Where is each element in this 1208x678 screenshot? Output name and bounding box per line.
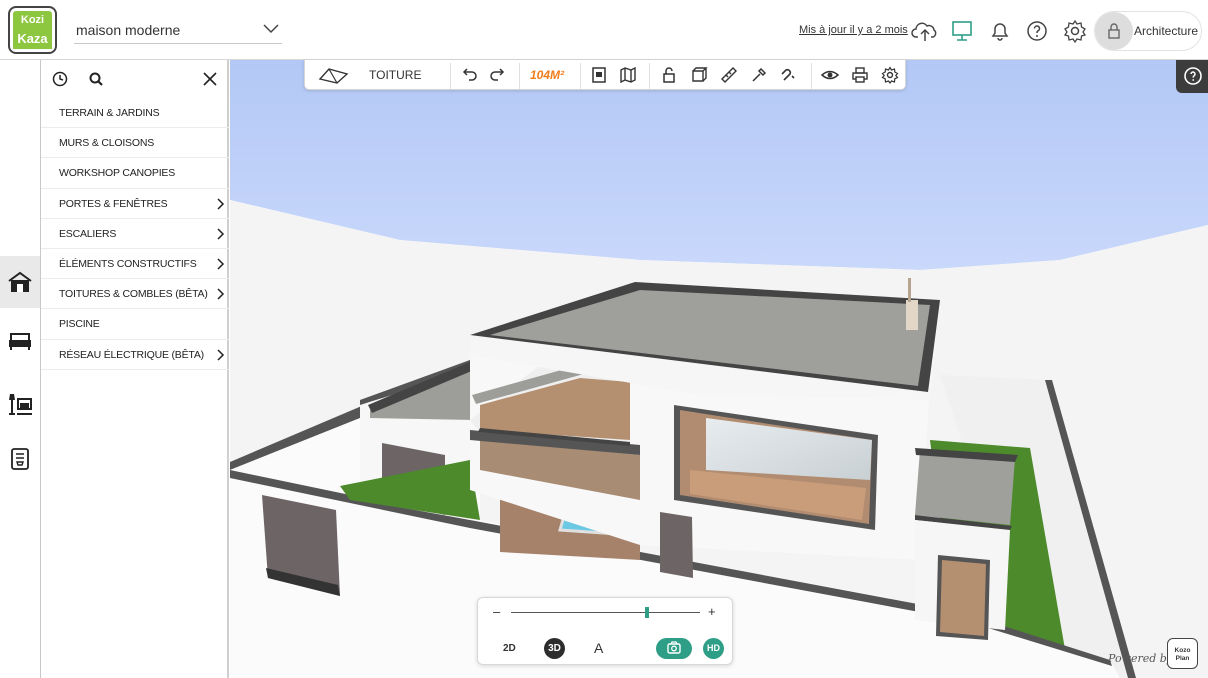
redo-icon[interactable]	[489, 66, 507, 84]
print-icon[interactable]	[851, 66, 869, 84]
help-icon[interactable]	[1024, 18, 1050, 44]
menu-item-label: PISCINE	[59, 318, 100, 331]
ruler-icon[interactable]	[720, 66, 738, 84]
menu-item[interactable]: MURS & CLOISONS	[41, 128, 229, 159]
toolbar-divider	[450, 63, 451, 89]
chevron-right-icon	[217, 288, 225, 300]
cloud-upload-icon[interactable]	[911, 18, 939, 44]
chevron-right-icon	[217, 198, 225, 210]
monitor-icon[interactable]	[949, 18, 975, 44]
undo-icon[interactable]	[460, 66, 478, 84]
menu-item[interactable]: PISCINE	[41, 309, 229, 340]
search-icon[interactable]	[87, 70, 105, 88]
toolbar-divider	[811, 63, 812, 89]
menu-item[interactable]: RÉSEAU ÉLECTRIQUE (BÊTA)	[41, 340, 229, 370]
history-icon[interactable]	[51, 70, 69, 88]
toolbar-divider	[649, 63, 650, 89]
lamp-frame-icon	[9, 394, 32, 415]
rail-decoration[interactable]	[0, 378, 40, 430]
view-2d-button[interactable]: 2D	[503, 643, 516, 654]
snapshot-button[interactable]	[656, 638, 692, 659]
sofa-icon	[9, 333, 31, 350]
catalog-panel: TERRAIN & JARDINS MURS & CLOISONS WORKSHOP…	[41, 60, 229, 678]
house-3d-render	[230, 60, 1208, 678]
chevron-down-icon	[263, 24, 279, 34]
camera-icon	[667, 641, 681, 654]
house-icon	[8, 271, 32, 292]
left-rail	[0, 60, 41, 678]
close-icon[interactable]	[201, 70, 219, 88]
account-button[interactable]: Architecture	[1094, 11, 1202, 51]
view-3d-button[interactable]: 3D	[544, 638, 565, 659]
chevron-right-icon	[217, 348, 225, 361]
menu-item-label: RÉSEAU ÉLECTRIQUE (BÊTA)	[59, 348, 204, 361]
settings-icon[interactable]	[881, 66, 899, 84]
kozoplan-logo: Kozo Plan	[1167, 638, 1198, 669]
gear-icon[interactable]	[1062, 18, 1088, 44]
hd-render-button[interactable]: HD	[703, 638, 724, 659]
menu-item[interactable]: TERRAIN & JARDINS	[41, 98, 229, 129]
rail-construction[interactable]	[0, 256, 40, 308]
menu-item[interactable]: WORKSHOP CANOPIES	[41, 158, 229, 189]
powered-by-text: Powered by	[1108, 652, 1174, 665]
kozoplan-logo-line-1: Kozo	[1174, 647, 1191, 654]
toolbar-mode-label[interactable]: TOITURE	[369, 68, 421, 82]
lock-icon	[1108, 23, 1120, 39]
last-updated-link[interactable]: Mis à jour il y a 2 mois	[799, 24, 908, 36]
menu-item-label: ESCALIERS	[59, 227, 117, 240]
toolbar-divider	[580, 63, 581, 89]
surface-area-label[interactable]: 104M²	[530, 68, 564, 82]
panel-top-bar	[41, 60, 229, 98]
roof-tool-icon[interactable]	[317, 65, 351, 85]
zoom-in-button[interactable]: +	[708, 604, 716, 619]
menu-item-label: ÉLÉMENTS CONSTRUCTIFS	[59, 257, 197, 270]
chevron-right-icon	[217, 258, 225, 270]
menu-item-label: TERRAIN & JARDINS	[59, 107, 160, 119]
zoom-slider-track[interactable]	[511, 612, 700, 613]
project-select[interactable]: maison moderne	[74, 18, 282, 44]
3d-viewport[interactable]	[230, 60, 1208, 678]
text-labels-toggle[interactable]: A	[594, 640, 603, 656]
logo-line-1: Kozi	[13, 11, 52, 29]
bell-icon[interactable]	[987, 18, 1013, 44]
catalog-menu: TERRAIN & JARDINS MURS & CLOISONS WORKSHOP…	[41, 98, 229, 370]
view-control-panel: – + 2D 3D A HD	[477, 597, 733, 665]
help-corner-button[interactable]	[1176, 60, 1208, 93]
help-circle-icon	[1184, 67, 1202, 85]
magnet-icon[interactable]	[780, 66, 798, 84]
avatar	[1095, 12, 1133, 50]
plan-document-icon[interactable]	[590, 66, 608, 84]
top-header: Kozi Kaza maison moderne Mis à jour il y…	[0, 0, 1208, 60]
eyedropper-icon[interactable]	[750, 66, 768, 84]
menu-item[interactable]: PORTES & FENÊTRES	[41, 189, 229, 219]
menu-item[interactable]: ESCALIERS	[41, 219, 229, 249]
editor-toolbar: TOITURE 104M²	[304, 60, 906, 90]
catalog-icon	[11, 448, 29, 470]
logo-line-2: Kaza	[13, 29, 52, 49]
rail-furniture[interactable]	[0, 315, 40, 367]
chevron-right-icon	[217, 228, 225, 240]
toolbar-divider	[519, 63, 520, 89]
kozoplan-logo-line-2: Plan	[1175, 655, 1190, 662]
unlock-icon[interactable]	[660, 66, 678, 84]
menu-item[interactable]: TOITURES & COMBLES (BÊTA)	[41, 279, 229, 310]
cube-icon[interactable]	[690, 66, 708, 84]
menu-item-label: MURS & CLOISONS	[59, 137, 155, 150]
menu-item-label: WORKSHOP CANOPIES	[59, 167, 176, 180]
map-icon[interactable]	[619, 66, 637, 84]
app-logo[interactable]: Kozi Kaza	[8, 6, 57, 54]
menu-item-label: TOITURES & COMBLES (BÊTA)	[59, 288, 208, 301]
menu-item-label: PORTES & FENÊTRES	[59, 197, 168, 210]
zoom-out-button[interactable]: –	[493, 604, 500, 619]
rail-shop[interactable]	[0, 433, 40, 485]
account-label: Architecture	[1134, 24, 1199, 38]
menu-item[interactable]: ÉLÉMENTS CONSTRUCTIFS	[41, 249, 229, 280]
project-name: maison moderne	[76, 22, 181, 38]
eye-icon[interactable]	[821, 66, 839, 84]
zoom-slider-thumb[interactable]	[645, 607, 650, 618]
